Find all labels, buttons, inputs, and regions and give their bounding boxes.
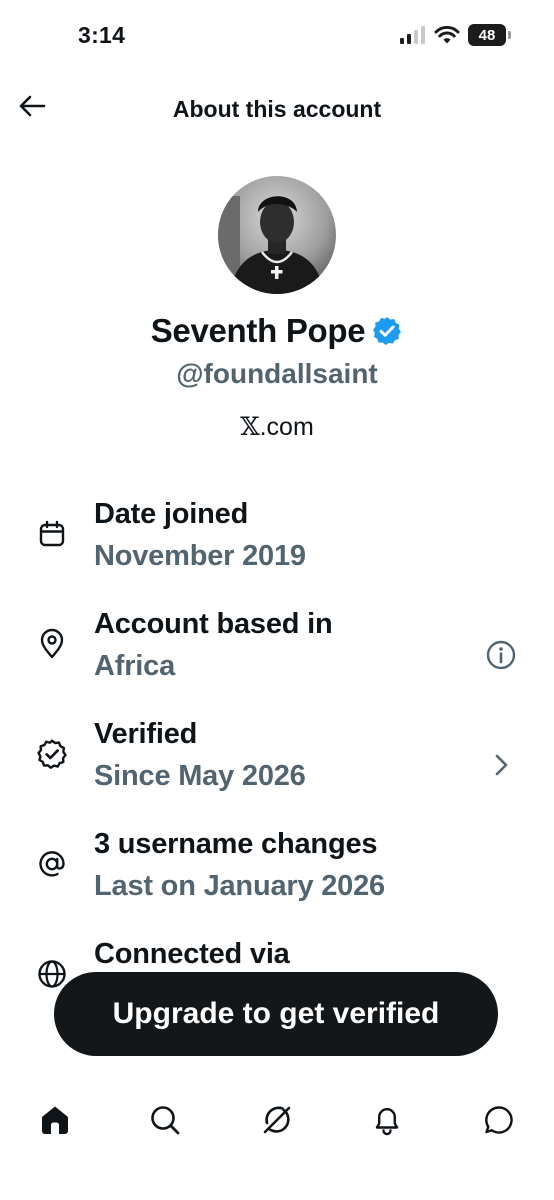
account-handle: @foundallsaint xyxy=(176,358,378,389)
info-item-verified[interactable]: Verified Since May 2026 xyxy=(0,712,554,822)
battery-level: 48 xyxy=(478,26,496,44)
messages-icon xyxy=(485,1106,513,1134)
verified-badge-icon xyxy=(373,317,402,345)
home-icon xyxy=(42,1106,68,1134)
display-name-row: Seventh Pope xyxy=(0,312,554,350)
upgrade-verified-button[interactable]: Upgrade to get verified xyxy=(54,972,498,1056)
status-bar: 3:14 48 xyxy=(0,0,554,76)
status-time: 3:14 xyxy=(78,22,126,48)
info-icon[interactable] xyxy=(484,638,518,672)
chevron-right-icon[interactable] xyxy=(484,748,518,782)
tab-grok[interactable] xyxy=(255,1098,299,1142)
tab-messages[interactable] xyxy=(477,1098,521,1142)
avatar-image xyxy=(218,176,336,294)
globe-icon xyxy=(36,958,68,990)
bottom-tab-bar xyxy=(0,1080,554,1160)
x-logo: 𝕏 xyxy=(240,412,260,441)
status-icons: 48 xyxy=(400,24,511,46)
tab-home[interactable] xyxy=(33,1098,77,1142)
info-item-account-based-in: Account based in Africa xyxy=(0,602,554,712)
display-name: Seventh Pope xyxy=(150,312,366,349)
info-item-username-changes: 3 username changes Last on January 2026 xyxy=(0,822,554,932)
calendar-icon xyxy=(36,518,68,550)
battery-cap xyxy=(508,31,511,39)
location-pin-icon xyxy=(36,628,68,660)
battery-icon: 48 xyxy=(468,24,511,46)
at-sign-icon xyxy=(36,848,68,880)
search-icon xyxy=(151,1106,180,1135)
account-info-list: Date joined November 2019 Account based … xyxy=(0,492,554,1042)
tab-search[interactable] xyxy=(143,1098,187,1142)
info-value: November 2019 xyxy=(94,540,306,572)
wifi-icon xyxy=(434,25,460,44)
info-label: 3 username changes xyxy=(94,828,378,860)
info-value: Africa xyxy=(94,650,175,682)
info-label: Connected via xyxy=(94,938,290,970)
cellular-signal-icon xyxy=(400,26,425,44)
account-source: 𝕏.com xyxy=(0,412,554,442)
account-source-domain: .com xyxy=(259,413,314,441)
page-title: About this account xyxy=(172,96,382,122)
info-label: Verified xyxy=(94,718,198,750)
info-label: Account based in xyxy=(94,608,333,640)
avatar[interactable] xyxy=(218,176,336,294)
info-item-date-joined: Date joined November 2019 xyxy=(0,492,554,602)
info-value: Last on January 2026 xyxy=(94,870,385,902)
info-value: Since May 2026 xyxy=(94,760,306,792)
info-label: Date joined xyxy=(94,498,249,530)
tab-notifications[interactable] xyxy=(365,1098,409,1142)
nav-header: About this account xyxy=(0,76,554,144)
verified-outline-icon xyxy=(36,738,68,770)
grok-icon xyxy=(263,1106,291,1134)
notifications-icon xyxy=(375,1108,399,1136)
